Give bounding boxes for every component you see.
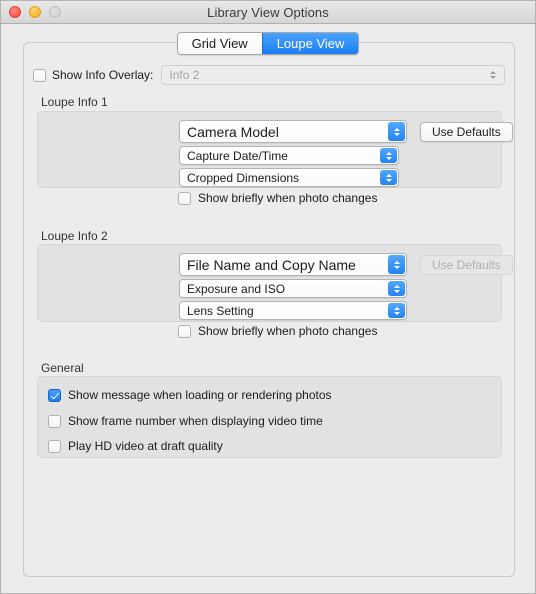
tab-loupe-view[interactable]: Loupe View xyxy=(261,33,359,54)
loupe1-show-briefly-row: Show briefly when photo changes xyxy=(178,191,377,205)
loupe1-field-3-value: Cropped Dimensions xyxy=(187,170,300,185)
loupe1-field-1-value: Camera Model xyxy=(187,123,279,140)
segmented-control: Grid View Loupe View xyxy=(176,32,360,55)
loupe1-use-defaults-button[interactable]: Use Defaults xyxy=(420,122,513,142)
loupe2-field-2-value: Exposure and ISO xyxy=(187,281,286,296)
play-hd-draft-checkbox[interactable] xyxy=(48,439,61,453)
chevron-updown-icon xyxy=(388,303,405,318)
loupe1-show-briefly-checkbox[interactable] xyxy=(178,191,191,205)
loupe2-field-2-row: Exposure and ISO xyxy=(179,279,407,298)
general-panel: Show message when loading or rendering p… xyxy=(37,376,502,458)
loupe2-show-briefly-checkbox[interactable] xyxy=(178,324,191,338)
show-frame-number-checkbox[interactable] xyxy=(48,414,61,428)
info-overlay-popup[interactable]: Info 2 xyxy=(161,65,505,85)
play-hd-draft-label: Play HD video at draft quality xyxy=(68,439,223,453)
loupe2-field-2-popup[interactable]: Exposure and ISO xyxy=(179,279,407,298)
window-titlebar: Library View Options xyxy=(1,1,535,24)
loupe-info-1-panel: Camera Model Capture Date/Time Cropped D… xyxy=(37,111,513,188)
general-title: General xyxy=(41,361,84,375)
zoom-button-icon xyxy=(49,6,61,18)
info-overlay-popup-value: Info 2 xyxy=(169,68,200,82)
loupe2-field-3-popup[interactable]: Lens Setting xyxy=(179,301,407,320)
show-frame-number-label: Show frame number when displaying video … xyxy=(68,414,323,428)
loupe1-field-3-popup[interactable]: Cropped Dimensions xyxy=(179,168,399,187)
show-info-overlay-label: Show Info Overlay: xyxy=(52,68,154,82)
loupe2-field-1-popup[interactable]: File Name and Copy Name xyxy=(179,253,407,276)
loupe1-field-3-row: Cropped Dimensions xyxy=(179,168,399,187)
loupe-info-2-title: Loupe Info 2 xyxy=(41,229,108,243)
loupe1-field-1-popup[interactable]: Camera Model xyxy=(179,120,407,143)
show-loading-message-label: Show message when loading or rendering p… xyxy=(68,388,332,402)
loupe2-show-briefly-label: Show briefly when photo changes xyxy=(198,324,378,338)
loupe2-field-3-value: Lens Setting xyxy=(187,303,254,318)
library-view-options-window: Library View Options Grid View Loupe Vie… xyxy=(0,0,536,594)
general-option-1-row: Show message when loading or rendering p… xyxy=(48,388,332,402)
chevron-updown-icon xyxy=(484,67,501,83)
chevron-updown-icon xyxy=(380,148,397,163)
general-option-3-row: Play HD video at draft quality xyxy=(48,439,223,453)
close-button-icon[interactable] xyxy=(9,6,21,18)
minimize-button-icon[interactable] xyxy=(29,6,41,18)
loupe2-field-3-row: Lens Setting xyxy=(179,301,407,320)
show-info-overlay-row: Show Info Overlay: Info 2 xyxy=(33,64,505,86)
traffic-light-group xyxy=(9,1,61,23)
chevron-updown-icon xyxy=(388,255,405,274)
general-option-2-row: Show frame number when displaying video … xyxy=(48,414,323,428)
chevron-updown-icon xyxy=(388,122,405,141)
loupe2-field-1-value: File Name and Copy Name xyxy=(187,256,356,273)
loupe1-field-2-value: Capture Date/Time xyxy=(187,148,288,163)
chevron-updown-icon xyxy=(380,170,397,185)
loupe2-field-1-row: File Name and Copy Name xyxy=(179,253,407,276)
loupe1-field-2-popup[interactable]: Capture Date/Time xyxy=(179,146,399,165)
loupe-info-2-panel: File Name and Copy Name Exposure and ISO… xyxy=(37,244,513,322)
tab-grid-view[interactable]: Grid View xyxy=(177,33,262,54)
loupe2-use-defaults-button: Use Defaults xyxy=(420,255,513,275)
view-mode-tabbar: Grid View Loupe View xyxy=(1,32,535,55)
loupe2-show-briefly-row: Show briefly when photo changes xyxy=(178,324,377,338)
window-title: Library View Options xyxy=(207,4,329,20)
loupe1-show-briefly-label: Show briefly when photo changes xyxy=(198,191,378,205)
loupe1-field-2-row: Capture Date/Time xyxy=(179,146,399,165)
loupe1-field-1-row: Camera Model xyxy=(179,120,407,143)
show-loading-message-checkbox[interactable] xyxy=(48,388,61,402)
show-info-overlay-checkbox[interactable] xyxy=(33,68,46,82)
chevron-updown-icon xyxy=(388,281,405,296)
options-content-box: Show Info Overlay: Info 2 Loupe Info 1 C… xyxy=(23,42,515,577)
loupe-info-1-title: Loupe Info 1 xyxy=(41,95,108,109)
